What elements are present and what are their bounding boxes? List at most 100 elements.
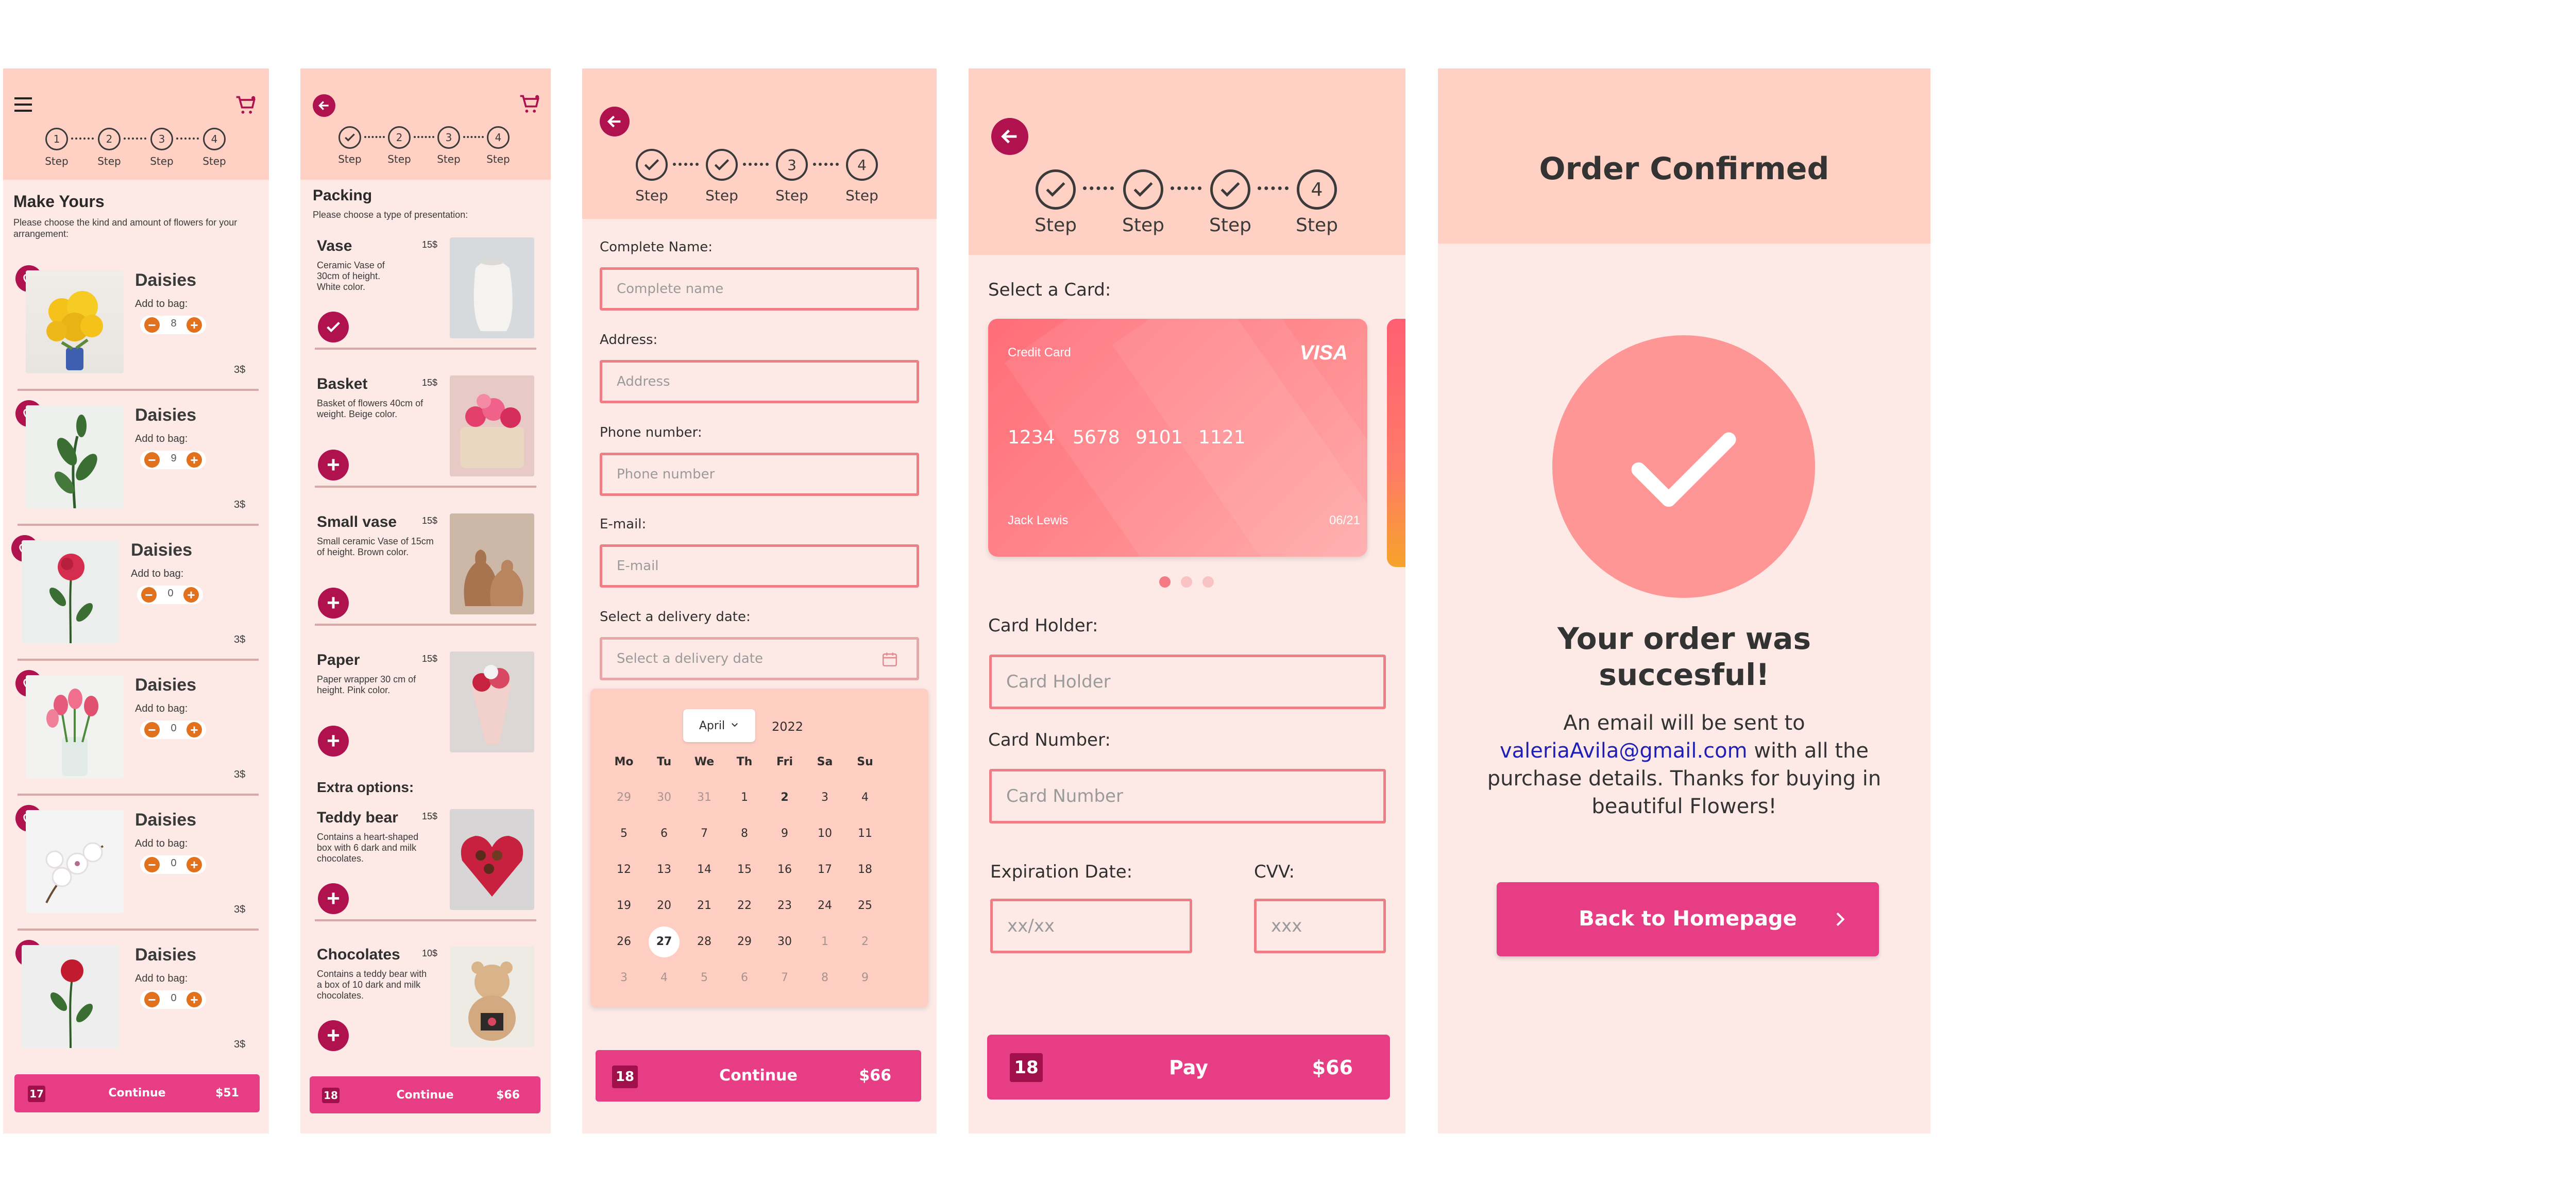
- calendar-day[interactable]: 23: [767, 890, 803, 921]
- selected-check-icon[interactable]: [318, 312, 349, 342]
- step-label: Step: [635, 187, 668, 204]
- continue-button[interactable]: 18 Continue $66: [310, 1076, 540, 1113]
- calendar-day[interactable]: 29: [726, 926, 762, 957]
- calendar-day[interactable]: 3: [606, 963, 642, 993]
- decrease-button[interactable]: −: [144, 992, 160, 1007]
- calendar-day[interactable]: 2: [847, 926, 883, 957]
- calendar-day[interactable]: 29: [606, 782, 642, 813]
- add-option-plus-icon[interactable]: +: [318, 1020, 349, 1051]
- calendar-day[interactable]: 18: [847, 854, 883, 885]
- back-to-homepage-button[interactable]: Back to Homepage: [1497, 882, 1879, 956]
- carousel-dot[interactable]: [1181, 576, 1192, 588]
- calendar-day[interactable]: 7: [767, 963, 803, 993]
- calendar-day[interactable]: 31: [686, 782, 722, 813]
- calendar-day[interactable]: 7: [686, 818, 722, 849]
- decrease-button[interactable]: −: [144, 317, 160, 333]
- calendar-day[interactable]: 14: [686, 854, 722, 885]
- option-description: Contains a teddy bear with a box of 10 d…: [317, 969, 427, 1001]
- calendar-day[interactable]: 1: [726, 782, 762, 813]
- calendar-day[interactable]: 9: [847, 963, 883, 993]
- increase-button[interactable]: +: [187, 857, 202, 872]
- decrease-button[interactable]: −: [144, 452, 160, 468]
- calendar-day-selected[interactable]: 27: [649, 926, 680, 957]
- add-option-plus-icon[interactable]: +: [318, 883, 349, 914]
- calendar-day[interactable]: 30: [767, 926, 803, 957]
- cvv-input[interactable]: [1254, 899, 1386, 953]
- calendar-day[interactable]: 8: [726, 818, 762, 849]
- calendar-day[interactable]: 3: [807, 782, 843, 813]
- continue-button[interactable]: 17 Continue $51: [14, 1074, 260, 1112]
- increase-button[interactable]: +: [183, 587, 199, 603]
- increase-button[interactable]: +: [187, 317, 202, 333]
- option-card[interactable]: Vase 15$ Ceramic Vase of 30cm of height.…: [300, 234, 551, 372]
- calendar-day[interactable]: 20: [646, 890, 682, 921]
- back-arrow-icon[interactable]: [991, 118, 1028, 155]
- calendar-day[interactable]: 2: [767, 782, 803, 813]
- phone-input[interactable]: [600, 453, 919, 496]
- calendar-day[interactable]: 21: [686, 890, 722, 921]
- add-option-plus-icon[interactable]: +: [318, 588, 349, 619]
- email-input[interactable]: [600, 544, 919, 588]
- back-arrow-icon[interactable]: [313, 94, 335, 117]
- complete-name-input[interactable]: [600, 267, 919, 311]
- carousel-dot-active[interactable]: [1159, 576, 1171, 588]
- expiration-input[interactable]: [990, 899, 1192, 953]
- increase-button[interactable]: +: [187, 992, 202, 1007]
- calendar-day[interactable]: 5: [686, 963, 722, 993]
- decrease-button[interactable]: −: [144, 857, 160, 872]
- address-input[interactable]: [600, 360, 919, 403]
- calendar-day[interactable]: 25: [847, 890, 883, 921]
- calendar-day[interactable]: 4: [847, 782, 883, 813]
- extra-option-card[interactable]: Chocolates 10$ Contains a teddy bear wit…: [300, 943, 551, 1072]
- cart-icon[interactable]: [518, 93, 541, 116]
- calendar-day[interactable]: 30: [646, 782, 682, 813]
- extra-option-card[interactable]: Teddy bear 15$ Contains a heart-shaped b…: [300, 806, 551, 943]
- decrease-button[interactable]: −: [141, 587, 157, 603]
- calendar-day[interactable]: 6: [726, 963, 762, 993]
- next-card-peek[interactable]: [1387, 319, 1405, 567]
- add-option-plus-icon[interactable]: +: [318, 726, 349, 757]
- calendar-day[interactable]: 16: [767, 854, 803, 885]
- calendar-day[interactable]: 28: [686, 926, 722, 957]
- calendar-day[interactable]: 11: [847, 818, 883, 849]
- option-card[interactable]: Small vase 15$ Small ceramic Vase of 15c…: [300, 510, 551, 648]
- card-holder-input[interactable]: [989, 655, 1386, 709]
- pay-button[interactable]: 18 Pay $66: [987, 1035, 1390, 1100]
- carousel-dot[interactable]: [1202, 576, 1214, 588]
- weekday-header: Fri: [776, 755, 793, 768]
- increase-button[interactable]: +: [187, 452, 202, 468]
- decrease-button[interactable]: −: [144, 722, 160, 737]
- add-option-plus-icon[interactable]: +: [318, 450, 349, 480]
- card-number-input[interactable]: [989, 769, 1386, 823]
- email-link[interactable]: valeriaAvila@gmail.com: [1500, 739, 1748, 763]
- option-card[interactable]: Paper 15$ Paper wrapper 30 cm of height.…: [300, 648, 551, 772]
- option-card[interactable]: Basket 15$ Basket of flowers 40cm of wei…: [300, 372, 551, 510]
- calendar-day[interactable]: 9: [767, 818, 803, 849]
- menu-icon[interactable]: [14, 97, 32, 113]
- calendar-day[interactable]: 17: [807, 854, 843, 885]
- calendar-day[interactable]: 8: [807, 963, 843, 993]
- year-label[interactable]: 2022: [772, 719, 803, 734]
- calendar-day[interactable]: 12: [606, 854, 642, 885]
- calendar-day[interactable]: 5: [606, 818, 642, 849]
- calendar-day[interactable]: 15: [726, 854, 762, 885]
- delivery-date-input[interactable]: [600, 637, 919, 680]
- calendar-day[interactable]: 26: [606, 926, 642, 957]
- calendar-day[interactable]: 10: [807, 818, 843, 849]
- calendar-day[interactable]: 19: [606, 890, 642, 921]
- cvv-label: CVV:: [1254, 862, 1295, 882]
- calendar-day[interactable]: 6: [646, 818, 682, 849]
- calendar-icon[interactable]: [881, 650, 899, 668]
- continue-button[interactable]: 18 Continue $66: [596, 1050, 921, 1102]
- cart-icon[interactable]: [234, 94, 257, 117]
- calendar-day[interactable]: 1: [807, 926, 843, 957]
- back-arrow-icon[interactable]: [600, 107, 630, 136]
- month-dropdown[interactable]: April: [683, 709, 755, 742]
- credit-card[interactable]: Credit Card VISA 1234 5678 9101 1121 Jac…: [988, 319, 1367, 557]
- calendar-day[interactable]: 4: [646, 963, 682, 993]
- calendar-day[interactable]: 13: [646, 854, 682, 885]
- item-price: 3$: [234, 364, 246, 375]
- calendar-day[interactable]: 22: [726, 890, 762, 921]
- calendar-day[interactable]: 24: [807, 890, 843, 921]
- increase-button[interactable]: +: [187, 722, 202, 737]
